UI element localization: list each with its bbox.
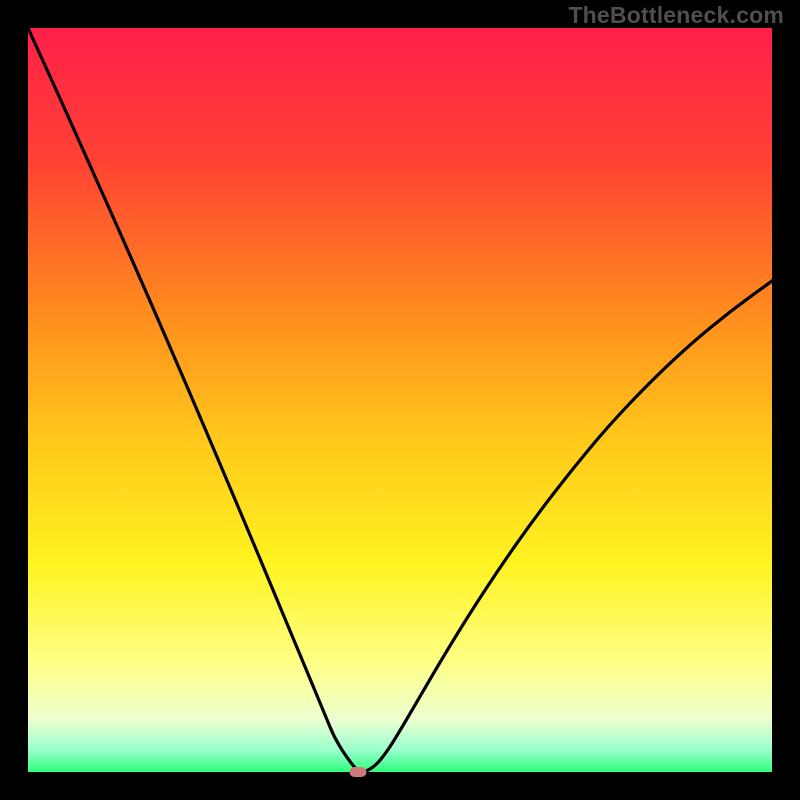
gradient-background xyxy=(28,28,772,772)
optimal-marker xyxy=(349,767,366,777)
watermark-text: TheBottleneck.com xyxy=(568,2,784,29)
plot-frame xyxy=(28,28,772,772)
chart-container: TheBottleneck.com xyxy=(0,0,800,800)
bottleneck-plot xyxy=(28,28,772,772)
